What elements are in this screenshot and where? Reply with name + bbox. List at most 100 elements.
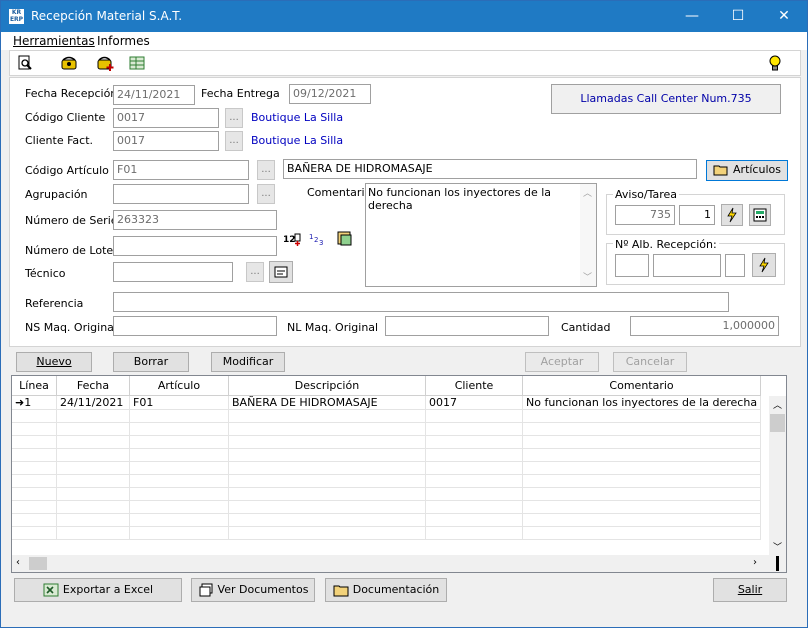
menu-bar: Herramientas Informes: [1, 32, 807, 50]
numero-serie-label: Número de Serie: [25, 214, 118, 227]
minimize-button[interactable]: —: [669, 1, 715, 32]
scroll-right-icon[interactable]: ›: [753, 557, 757, 568]
scroll-left-icon[interactable]: ‹: [16, 557, 20, 568]
ns-maq-label: NS Maq. Original: [25, 321, 117, 334]
tecnico-label: Técnico: [25, 267, 66, 280]
table-row[interactable]: ➜1 24/11/2021 F01 BAÑERA DE HIDROMASAJE …: [12, 395, 762, 410]
column-header-linea[interactable]: Línea: [12, 376, 57, 396]
codigo-cliente-browse-button[interactable]: ...: [225, 108, 243, 128]
codigo-cliente-name[interactable]: Boutique La Silla: [251, 111, 343, 124]
column-header-fecha[interactable]: Fecha: [56, 376, 130, 396]
fecha-recepcion-field[interactable]: 24/11/2021: [113, 85, 195, 105]
reception-grid[interactable]: Línea Fecha Artículo Descripción Cliente…: [11, 375, 787, 573]
scroll-up-icon[interactable]: ︿: [583, 186, 592, 199]
menu-informes[interactable]: Informes: [97, 34, 150, 48]
window-title: Recepción Material S.A.T.: [31, 9, 183, 23]
tecnico-browse-button[interactable]: ...: [246, 262, 264, 282]
column-header-descripcion[interactable]: Descripción: [228, 376, 426, 396]
fecha-entrega-field[interactable]: 09/12/2021: [289, 84, 371, 104]
row-descripcion: BAÑERA DE HIDROMASAJE: [228, 395, 426, 410]
aviso-calculator-button[interactable]: [749, 204, 771, 226]
agrupacion-field[interactable]: [113, 184, 249, 204]
agrupacion-browse-button[interactable]: ...: [257, 184, 275, 204]
codigo-cliente-field[interactable]: 0017: [113, 108, 219, 128]
phone-add-icon[interactable]: [96, 54, 114, 72]
albaran-linea-field[interactable]: [725, 254, 745, 277]
empty-row: [12, 448, 762, 462]
fecha-recepcion-label: Fecha Recepción: [25, 87, 118, 100]
menu-herramientas[interactable]: Herramientas: [13, 34, 95, 48]
lightbulb-icon[interactable]: [766, 54, 784, 72]
cliente-fact-name[interactable]: Boutique La Silla: [251, 134, 343, 147]
row-pointer-icon: ➜: [15, 396, 25, 409]
preview-icon[interactable]: [16, 54, 34, 72]
scroll-thumb[interactable]: [29, 557, 47, 570]
phone-icon[interactable]: [60, 54, 78, 72]
tarea-field[interactable]: 1: [679, 205, 715, 225]
comentario-text: No funcionan los inyectores de la derech…: [368, 186, 552, 212]
referencia-label: Referencia: [25, 297, 84, 310]
app-icon: KR ERP: [9, 9, 24, 24]
codigo-articulo-field[interactable]: F01: [113, 160, 249, 180]
nl-maq-field[interactable]: [385, 316, 549, 336]
close-button[interactable]: ✕: [761, 1, 807, 32]
modificar-button[interactable]: Modificar: [211, 352, 285, 372]
column-header-articulo[interactable]: Artículo: [129, 376, 229, 396]
albaran-numero-field[interactable]: [653, 254, 721, 277]
call-center-box[interactable]: Llamadas Call Center Num.735: [551, 84, 781, 114]
grid-horizontal-scrollbar[interactable]: ‹ ›: [12, 555, 769, 572]
salir-button[interactable]: Salir: [713, 578, 787, 602]
albaran-action-button[interactable]: [752, 253, 776, 277]
cliente-fact-browse-button[interactable]: ...: [225, 131, 243, 151]
cancelar-button[interactable]: Cancelar: [613, 352, 687, 372]
aviso-action-button[interactable]: [721, 204, 743, 226]
column-header-cliente[interactable]: Cliente: [425, 376, 523, 396]
scroll-down-icon[interactable]: ﹀: [773, 540, 782, 553]
scroll-thumb[interactable]: [770, 414, 785, 432]
albaran-label: Nº Alb. Recepción:: [613, 238, 719, 251]
articulos-button[interactable]: Artículos: [706, 160, 788, 181]
scroll-up-icon[interactable]: ︿: [773, 398, 782, 411]
ver-documentos-button[interactable]: Ver Documentos: [191, 578, 315, 602]
documentacion-button[interactable]: Documentación: [325, 578, 447, 602]
scroll-down-icon[interactable]: ﹀: [583, 270, 592, 283]
exportar-excel-label: Exportar a Excel: [62, 583, 154, 596]
row-cliente: 0017: [425, 395, 523, 410]
column-header-comentario[interactable]: Comentario: [522, 376, 762, 396]
maximize-button[interactable]: ☐: [715, 1, 761, 32]
numero-lote-field[interactable]: [113, 236, 277, 256]
albaran-serie-field[interactable]: [615, 254, 649, 277]
cliente-fact-field[interactable]: 0017: [113, 131, 219, 151]
svg-text:2: 2: [314, 236, 318, 244]
excel-icon[interactable]: [128, 54, 146, 72]
articulo-description-field[interactable]: BAÑERA DE HIDROMASAJE: [283, 159, 697, 179]
aviso-label: Aviso/Tarea: [613, 188, 680, 201]
main-window: KR ERP Recepción Material S.A.T. — ☐ ✕ H…: [0, 0, 808, 628]
excel-icon: [43, 583, 59, 597]
numbering-sequence-icon[interactable]: 123: [309, 231, 329, 247]
tecnico-field[interactable]: [113, 262, 233, 282]
row-cell-linea: ➜1: [12, 395, 57, 410]
aviso-field[interactable]: 735: [615, 205, 675, 225]
comentario-scrollbar[interactable]: ︿ ﹀: [580, 184, 596, 286]
borrar-button[interactable]: Borrar: [113, 352, 189, 372]
empty-row: [12, 513, 762, 527]
row-articulo: F01: [129, 395, 229, 410]
grid-vertical-scrollbar[interactable]: ︿ ﹀: [769, 396, 786, 555]
cantidad-field[interactable]: 1,000000: [630, 316, 779, 336]
folder-icon: [713, 165, 728, 176]
referencia-field[interactable]: [113, 292, 729, 312]
tecnico-detail-button[interactable]: [269, 261, 293, 283]
ns-maq-field[interactable]: [113, 316, 277, 336]
codigo-articulo-label: Código Artículo: [25, 164, 109, 177]
row-comentario: No funcionan los inyectores de la derech…: [522, 395, 762, 410]
numero-serie-field[interactable]: 263323: [113, 210, 277, 230]
numbering-add-icon[interactable]: 12: [283, 231, 303, 247]
nuevo-button[interactable]: Nuevo: [16, 352, 92, 372]
aceptar-button[interactable]: Aceptar: [525, 352, 599, 372]
exportar-excel-button[interactable]: Exportar a Excel: [14, 578, 182, 602]
codigo-articulo-browse-button[interactable]: ...: [257, 160, 275, 180]
serial-lookup-icon[interactable]: [336, 230, 354, 248]
comentario-textarea[interactable]: No funcionan los inyectores de la derech…: [365, 183, 597, 287]
calculator-icon: [753, 208, 767, 222]
